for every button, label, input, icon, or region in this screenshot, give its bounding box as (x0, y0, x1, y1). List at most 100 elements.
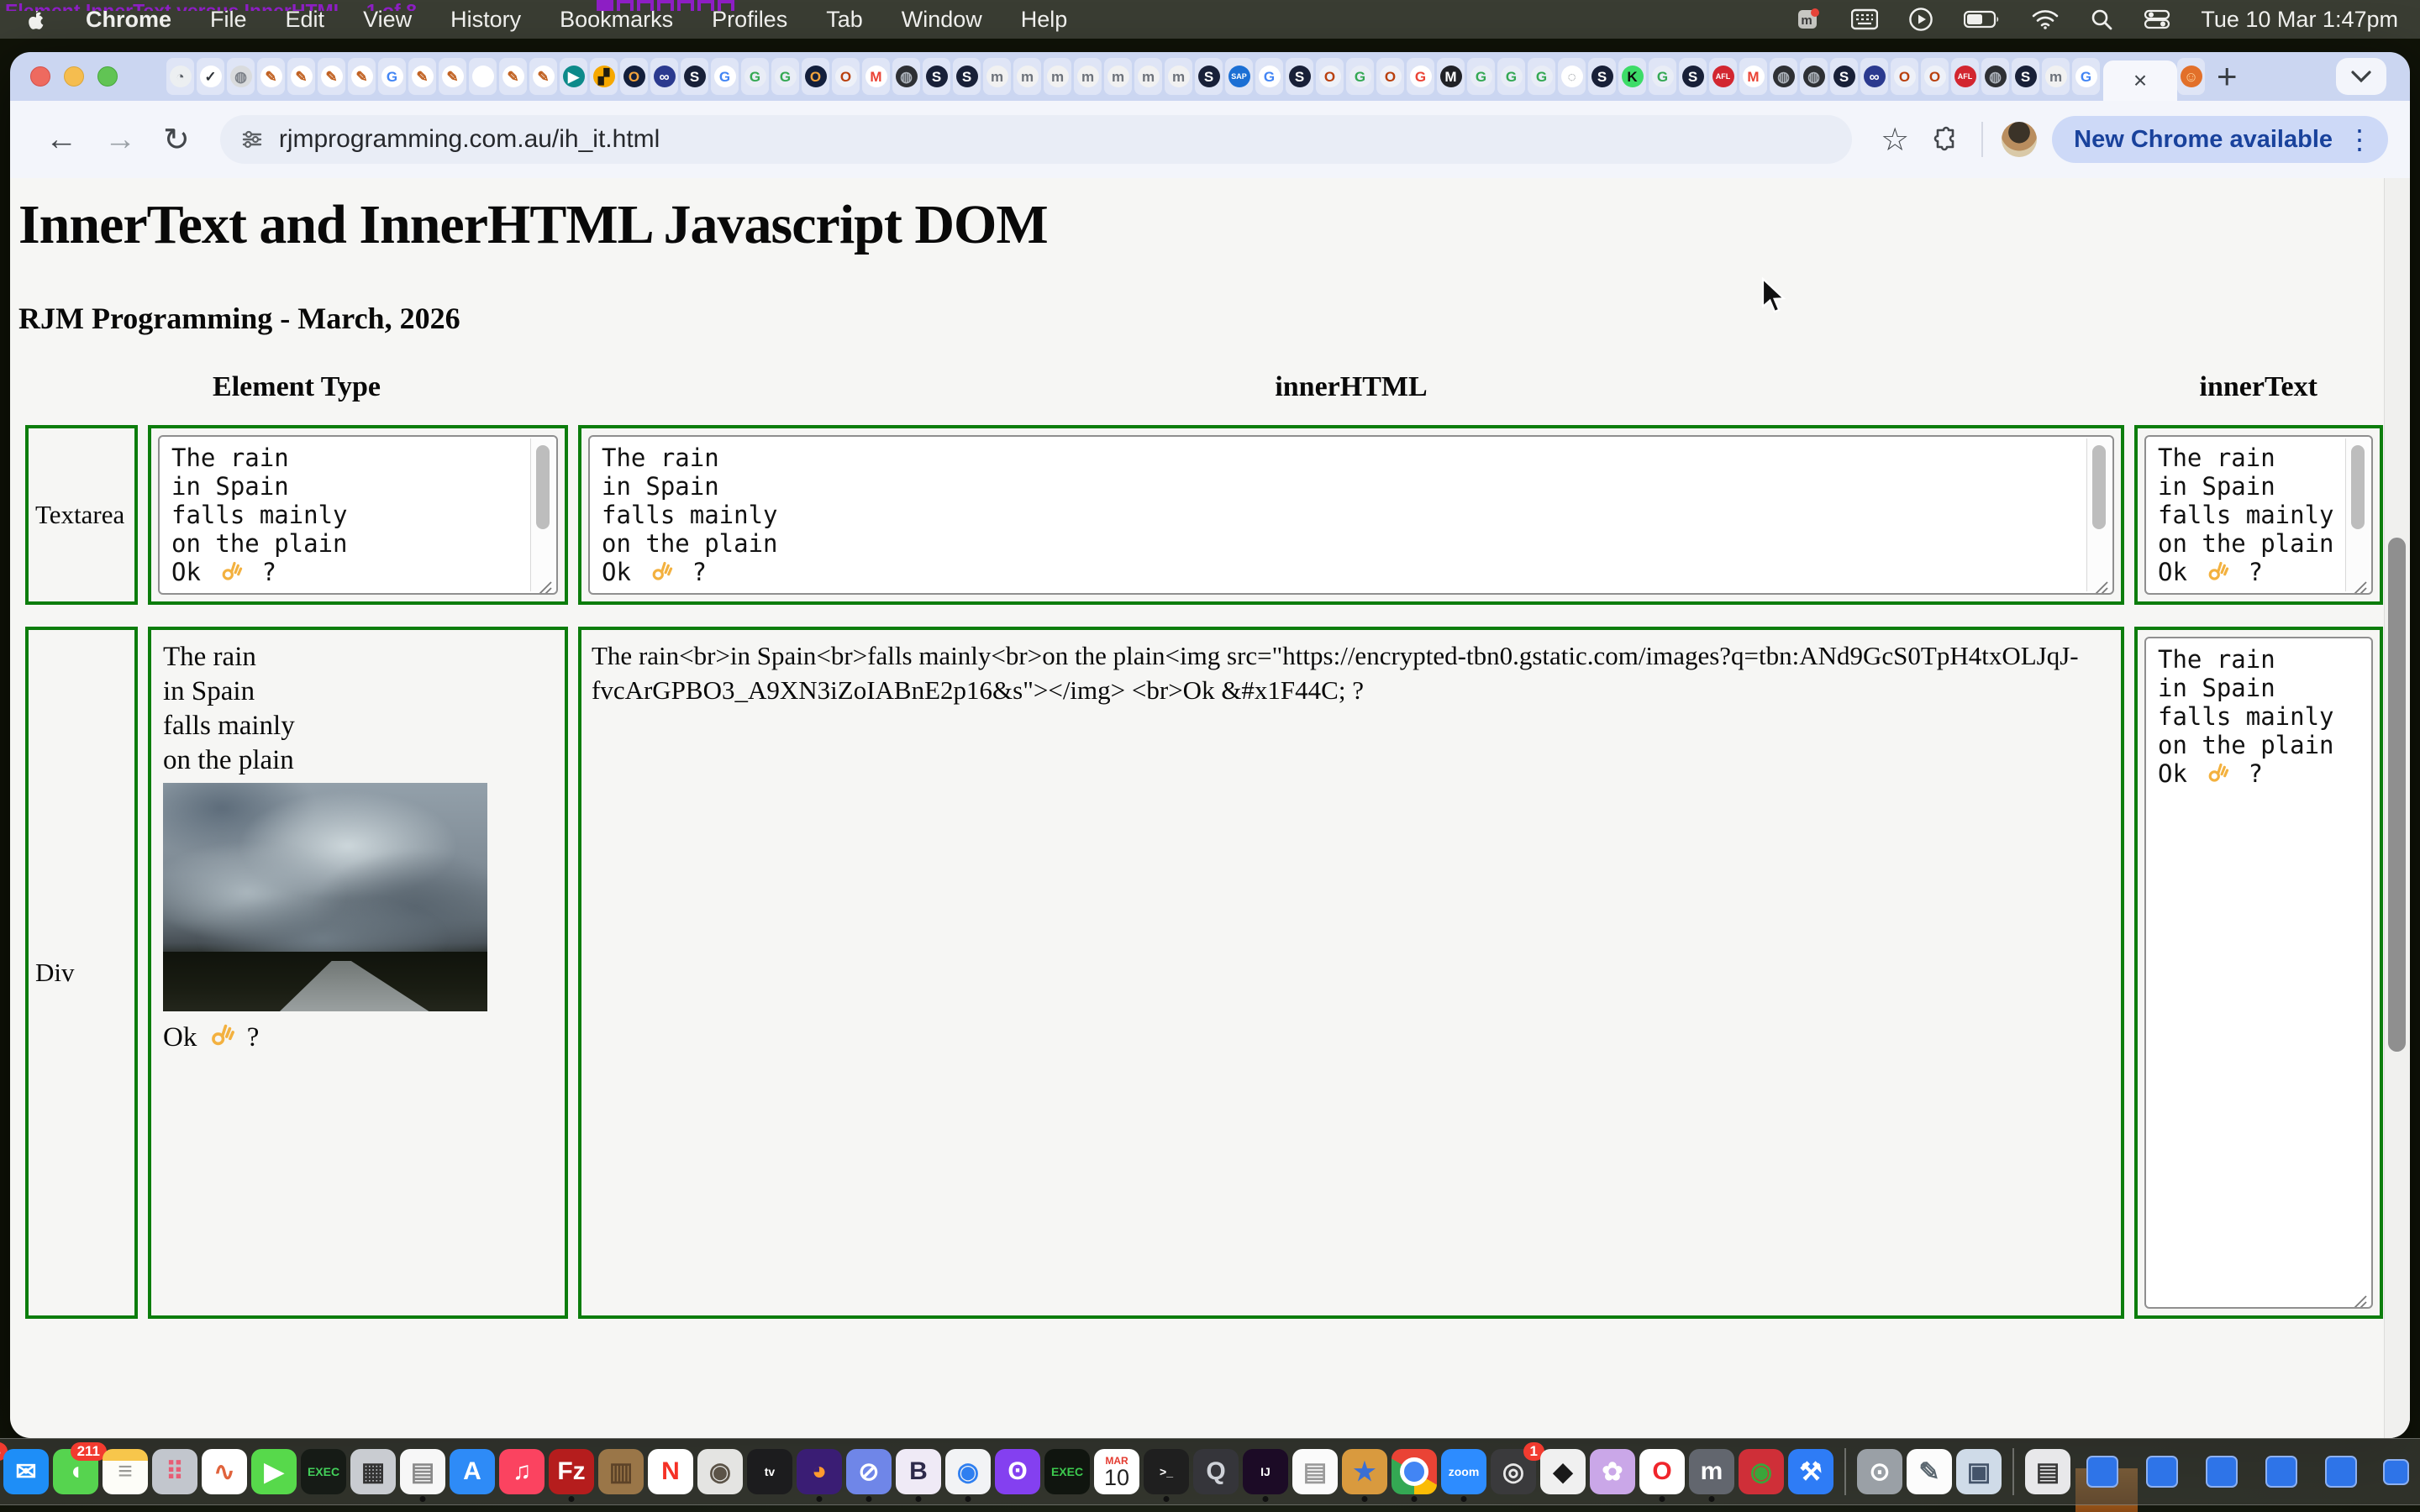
tab-32-eleph[interactable]: m (1134, 58, 1162, 95)
tab-39-gring[interactable]: G (1346, 58, 1374, 95)
tab-23-gmail[interactable]: M (862, 58, 890, 95)
tab-41-Gbig[interactable]: G (1407, 58, 1434, 95)
tab-17-S[interactable]: S (681, 58, 708, 95)
tab-search-button[interactable] (2336, 58, 2386, 95)
menu-item-file[interactable]: File (210, 7, 247, 33)
tab-14-sbs[interactable]: ▞ (590, 58, 618, 95)
resize-handle[interactable] (2092, 573, 2109, 590)
address-bar[interactable]: rjmprogramming.com.au/ih_it.html (220, 115, 1852, 164)
tab-28-eleph[interactable]: m (1013, 58, 1041, 95)
profile-avatar[interactable] (2002, 122, 2037, 157)
update-chrome-button[interactable]: New Chrome available ⋮ (2052, 116, 2388, 163)
tab-48-K[interactable]: K (1618, 58, 1646, 95)
wifi-icon[interactable] (2031, 8, 2060, 30)
tab-35-sap[interactable]: SAP (1225, 58, 1253, 95)
app-window-icon[interactable]: m (1796, 7, 1821, 32)
reload-button[interactable]: ↻ (163, 121, 190, 159)
tab-59-afl[interactable]: AFL (1951, 58, 1979, 95)
browser-menu-icon[interactable]: ⋮ (2346, 123, 2373, 155)
page-scrollbar-thumb[interactable] (2388, 538, 2406, 1052)
menu-item-help[interactable]: Help (1021, 7, 1068, 33)
dock-icon-podcasts[interactable]: ʘ (995, 1449, 1040, 1494)
dock-icon-inkscape[interactable]: ◆ (1540, 1449, 1586, 1494)
resize-handle[interactable] (2351, 573, 2368, 590)
dock-icon-textedit[interactable]: ▤ (400, 1449, 445, 1494)
new-tab-button[interactable]: + (2217, 59, 2238, 94)
menu-item-edit[interactable]: Edit (286, 7, 325, 33)
dock-icon-exec-dark[interactable]: EXEC (1044, 1449, 1090, 1494)
dock-icon-quicktime[interactable]: Q (1193, 1449, 1239, 1494)
tab-36-G[interactable]: G (1255, 58, 1283, 95)
textarea-innerhtml-editor[interactable]: The rainin Spainfalls mainlyon the plain… (588, 435, 2114, 595)
tab-40-oring[interactable]: O (1376, 58, 1404, 95)
menu-item-chrome[interactable]: Chrome (86, 7, 171, 33)
tab-11-pen[interactable]: ✎ (499, 58, 527, 95)
resize-handle[interactable] (536, 573, 553, 590)
dock-icon-paw-app[interactable]: ✿ (1590, 1449, 1635, 1494)
tab-0-compass[interactable]: ◔ (166, 58, 194, 95)
tab-60-chrome[interactable]: ◍ (1981, 58, 2009, 95)
dock-icon-firefox[interactable]: ◕ (797, 1449, 842, 1494)
dock-icon-filezilla[interactable]: Fz (549, 1449, 594, 1494)
dock-icon-leather-book[interactable]: ▥ (598, 1449, 644, 1494)
back-button[interactable]: ← (45, 122, 77, 158)
battery-icon[interactable] (1964, 9, 2001, 29)
tab-57-oring[interactable]: O (1891, 58, 1918, 95)
forward-button[interactable]: → (104, 122, 136, 158)
tab-44-gring[interactable]: G (1497, 58, 1525, 95)
dock-icon-opera[interactable]: O (1639, 1449, 1685, 1494)
dock-icon-document[interactable]: ▤ (1292, 1449, 1338, 1494)
search-icon[interactable] (2090, 8, 2113, 31)
tab-10-blank[interactable] (469, 58, 497, 95)
menu-item-window[interactable]: Window (902, 7, 982, 33)
dock-icon-keypad-phone[interactable]: ▦ (350, 1449, 396, 1494)
tab-34-S[interactable]: S (1195, 58, 1223, 95)
tab-20-gring[interactable]: G (771, 58, 799, 95)
dock-icon-mail[interactable]: ✉ (3, 1449, 49, 1494)
tab-21-navyO[interactable]: O (802, 58, 829, 95)
tab-7-G[interactable]: G (378, 58, 406, 95)
tab-51-afl[interactable]: AFL (1709, 58, 1737, 95)
tab-25-S[interactable]: S (923, 58, 950, 95)
dock-icon-safari[interactable]: ◉ (945, 1449, 991, 1494)
tab-16-abc[interactable]: ∞ (650, 58, 678, 95)
tab-3-pen[interactable]: ✎ (257, 58, 285, 95)
dock-icon-gimp[interactable]: ◉ (697, 1449, 743, 1494)
dock-icon-zoom[interactable]: zoom (1441, 1449, 1486, 1494)
minimized-window[interactable] (2325, 1456, 2357, 1488)
menu-item-bookmarks[interactable]: Bookmarks (560, 7, 673, 33)
play-circle-icon[interactable] (1908, 7, 1933, 32)
zoom-window-button[interactable] (97, 66, 118, 87)
textarea-scrollbar[interactable] (530, 438, 555, 591)
dock-icon-text-editor[interactable]: ✎ (1907, 1449, 1952, 1494)
dock-icon-app-store[interactable]: A (450, 1449, 495, 1494)
tab-12-pen[interactable]: ✎ (529, 58, 557, 95)
site-settings-icon[interactable] (240, 128, 264, 151)
dock-icon-accessibility[interactable]: ⊙ (1857, 1449, 1902, 1494)
tab-30-eleph[interactable]: m (1074, 58, 1102, 95)
close-window-button[interactable] (30, 66, 50, 87)
tab-52-gmail[interactable]: M (1739, 58, 1767, 95)
tab-9-pen[interactable]: ✎ (439, 58, 466, 95)
tab-50-S[interactable]: S (1679, 58, 1707, 95)
textarea-scrollbar[interactable] (2345, 438, 2370, 591)
dock-icon-preview[interactable]: ▣ (1956, 1449, 2002, 1494)
resize-handle[interactable] (2351, 1287, 2368, 1304)
tab-55-S[interactable]: S (1830, 58, 1858, 95)
dock-icon-messages[interactable]: ◖211 (53, 1449, 98, 1494)
tab-53-chrome[interactable]: ◍ (1770, 58, 1797, 95)
apple-menu-icon[interactable] (25, 7, 47, 32)
tab-15-navyO[interactable]: O (620, 58, 648, 95)
menu-item-view[interactable]: View (363, 7, 412, 33)
tab-62-eleph[interactable]: m (2042, 58, 2070, 95)
minimize-window-button[interactable] (64, 66, 84, 87)
minimized-window[interactable] (2383, 1459, 2409, 1485)
dock-icon-camera-app[interactable]: ◎1 (1491, 1449, 1536, 1494)
minimized-window[interactable] (2086, 1456, 2118, 1488)
keyboard-icon[interactable] (1851, 8, 1878, 30)
tab-2-globe[interactable]: ◍ (227, 58, 255, 95)
dock-icon-tor[interactable]: ◉ (1739, 1449, 1784, 1494)
minimized-window[interactable] (2146, 1456, 2178, 1488)
menu-item-history[interactable]: History (450, 7, 521, 33)
tab-37-S[interactable]: S (1286, 58, 1313, 95)
